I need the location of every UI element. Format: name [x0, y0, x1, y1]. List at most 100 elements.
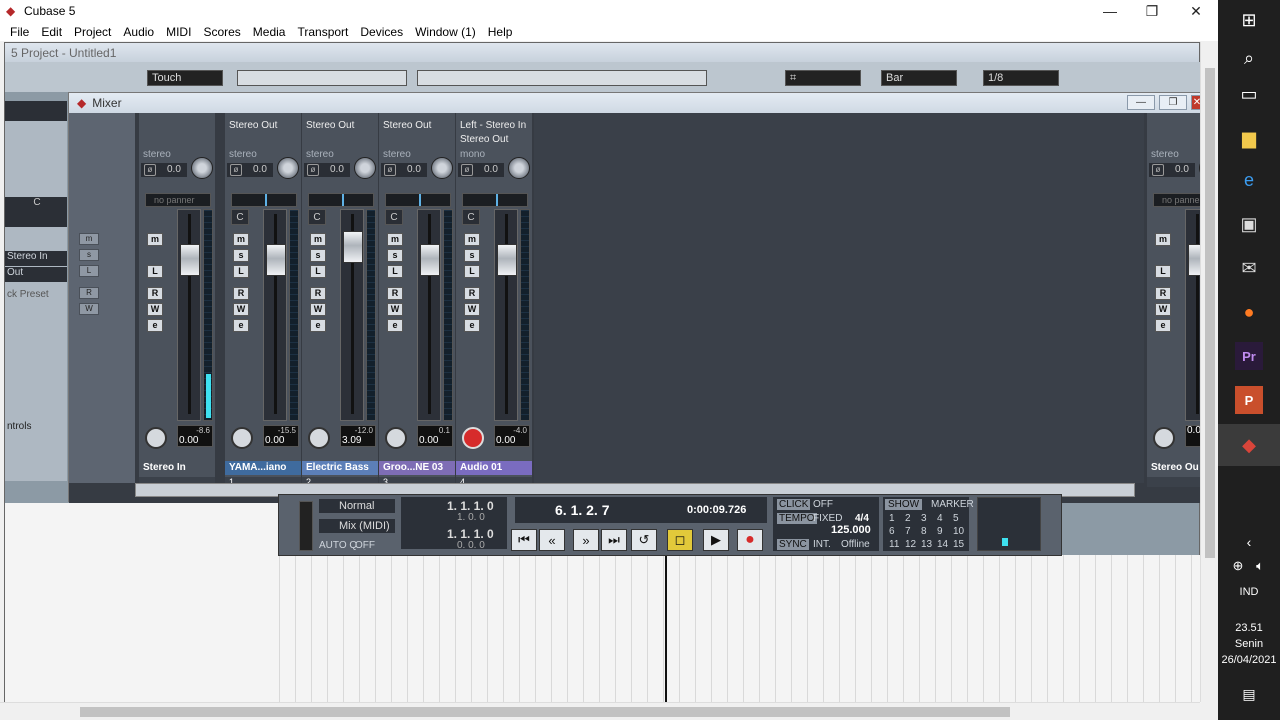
- inspector-output[interactable]: Out: [5, 267, 67, 282]
- position-time[interactable]: 0:00:09.726: [687, 504, 746, 516]
- monitor-button[interactable]: [385, 427, 407, 449]
- inspector-controls[interactable]: ntrols: [5, 421, 67, 436]
- menu-window[interactable]: Window (1): [409, 25, 482, 39]
- listen-button[interactable]: L: [233, 265, 249, 278]
- inspector-input[interactable]: Stereo In: [5, 251, 67, 266]
- volume-fader[interactable]: [417, 209, 441, 421]
- read-button[interactable]: R: [310, 287, 326, 300]
- volume-fader[interactable]: [263, 209, 287, 421]
- fader-handle[interactable]: [420, 244, 440, 277]
- cycle-mode-select[interactable]: Mix (MIDI): [319, 519, 395, 533]
- fader-handle[interactable]: [343, 230, 363, 263]
- channel-name[interactable]: Electric Bass: [302, 461, 378, 475]
- click-label[interactable]: CLICK: [777, 499, 811, 510]
- mixer-maximize-button[interactable]: ❐: [1159, 95, 1187, 110]
- view-options-icons[interactable]: [109, 201, 125, 441]
- write-button[interactable]: W: [233, 303, 249, 316]
- edge-browser-icon[interactable]: e: [1235, 166, 1263, 194]
- channel-routing[interactable]: [139, 119, 215, 147]
- phase-icon[interactable]: ø: [384, 164, 396, 176]
- edit-button[interactable]: e: [310, 319, 326, 332]
- tempo-label[interactable]: TEMPO: [777, 513, 817, 524]
- channel-name[interactable]: Stereo In: [139, 461, 215, 475]
- marker-button[interactable]: 4: [937, 513, 943, 524]
- mute-button[interactable]: m: [310, 233, 326, 246]
- show-marker-button[interactable]: SHOW: [885, 499, 923, 510]
- solo-button[interactable]: s: [233, 249, 249, 262]
- gain-knob[interactable]: [354, 157, 376, 179]
- phase-icon[interactable]: ø: [1152, 164, 1164, 176]
- store-icon[interactable]: ▣: [1235, 210, 1263, 238]
- pan-slider[interactable]: [308, 193, 374, 207]
- input-gain[interactable]: ø 0.0: [458, 163, 504, 177]
- pan-slider[interactable]: [385, 193, 451, 207]
- forward-button[interactable]: »: [573, 529, 599, 551]
- volume-fader[interactable]: [494, 209, 518, 421]
- volume-icon[interactable]: 🔈︎: [1246, 552, 1274, 580]
- marker-button[interactable]: 15: [953, 539, 964, 550]
- playhead-cursor[interactable]: [665, 555, 667, 703]
- horizontal-scroll-thumb[interactable]: [80, 707, 1010, 717]
- mixer-minimize-button[interactable]: —: [1127, 95, 1155, 110]
- volume-value[interactable]: 3.09: [341, 436, 373, 446]
- record-enable-button[interactable]: [462, 427, 484, 449]
- marker-button[interactable]: 5: [953, 513, 959, 524]
- input-routing[interactable]: Left - Stereo In: [460, 119, 532, 133]
- write-button[interactable]: W: [387, 303, 403, 316]
- mail-icon[interactable]: ✉: [1235, 254, 1263, 282]
- edit-button[interactable]: e: [147, 319, 163, 332]
- edit-button[interactable]: e: [464, 319, 480, 332]
- arrange-grid[interactable]: [279, 555, 1201, 703]
- gain-knob[interactable]: [431, 157, 453, 179]
- pan-slider[interactable]: [231, 193, 297, 207]
- output-routing[interactable]: Stereo Out: [229, 119, 301, 133]
- read-button[interactable]: R: [387, 287, 403, 300]
- menu-edit[interactable]: Edit: [35, 25, 68, 39]
- monitor-button[interactable]: [1153, 427, 1175, 449]
- input-gain[interactable]: ø 0.0: [304, 163, 350, 177]
- record-button[interactable]: ●: [737, 529, 763, 551]
- fader-handle[interactable]: [266, 244, 286, 277]
- locators-display[interactable]: 1. 1. 1. 0 1. 0. 0 1. 1. 1. 0 0. 0. 0: [401, 497, 507, 551]
- listen-button[interactable]: L: [387, 265, 403, 278]
- write-button[interactable]: W: [464, 303, 480, 316]
- read-button[interactable]: R: [233, 287, 249, 300]
- record-mode-select[interactable]: Normal: [319, 499, 395, 513]
- listen-button[interactable]: L: [464, 265, 480, 278]
- marker-button[interactable]: 11: [889, 539, 899, 550]
- phase-icon[interactable]: ø: [461, 164, 473, 176]
- channel-name[interactable]: Groo...NE 03: [379, 461, 455, 475]
- global-solo-button[interactable]: s: [79, 249, 99, 261]
- marker-button[interactable]: 7: [905, 526, 911, 537]
- stop-button[interactable]: ◻: [667, 529, 693, 551]
- marker-button[interactable]: 9: [937, 526, 943, 537]
- marker-button[interactable]: 2: [905, 513, 911, 524]
- read-button[interactable]: R: [1155, 287, 1171, 300]
- edit-button[interactable]: e: [1155, 319, 1171, 332]
- phase-icon[interactable]: ø: [230, 164, 242, 176]
- read-button[interactable]: R: [147, 287, 163, 300]
- search-icon[interactable]: ⌕: [1235, 44, 1263, 72]
- menu-midi[interactable]: MIDI: [160, 25, 197, 39]
- fader-handle[interactable]: [180, 244, 200, 277]
- menu-help[interactable]: Help: [482, 25, 519, 39]
- premiere-icon[interactable]: Pr: [1235, 342, 1263, 370]
- menu-devices[interactable]: Devices: [354, 25, 409, 39]
- pan-slider[interactable]: [462, 193, 528, 207]
- marker-button[interactable]: 1: [889, 513, 895, 524]
- listen-button[interactable]: L: [1155, 265, 1171, 278]
- peak-display[interactable]: -12.0 3.09: [340, 425, 376, 447]
- write-button[interactable]: W: [147, 303, 163, 316]
- input-gain[interactable]: ø 0.0: [227, 163, 273, 177]
- output-routing[interactable]: Stereo Out: [306, 119, 378, 133]
- cycle-button[interactable]: ↺: [631, 529, 657, 551]
- channel-routing[interactable]: Stereo Out: [225, 119, 301, 147]
- marker-button[interactable]: 8: [921, 526, 927, 537]
- file-explorer-icon[interactable]: ▆: [1235, 124, 1263, 152]
- listen-button[interactable]: L: [310, 265, 326, 278]
- cubase-taskbar-icon[interactable]: ◆: [1235, 431, 1263, 459]
- quantize-select[interactable]: 1/8: [983, 70, 1059, 86]
- project-vertical-scrollbar[interactable]: [1200, 42, 1218, 702]
- listen-button[interactable]: L: [147, 265, 163, 278]
- channel-name[interactable]: Audio 01: [456, 461, 532, 475]
